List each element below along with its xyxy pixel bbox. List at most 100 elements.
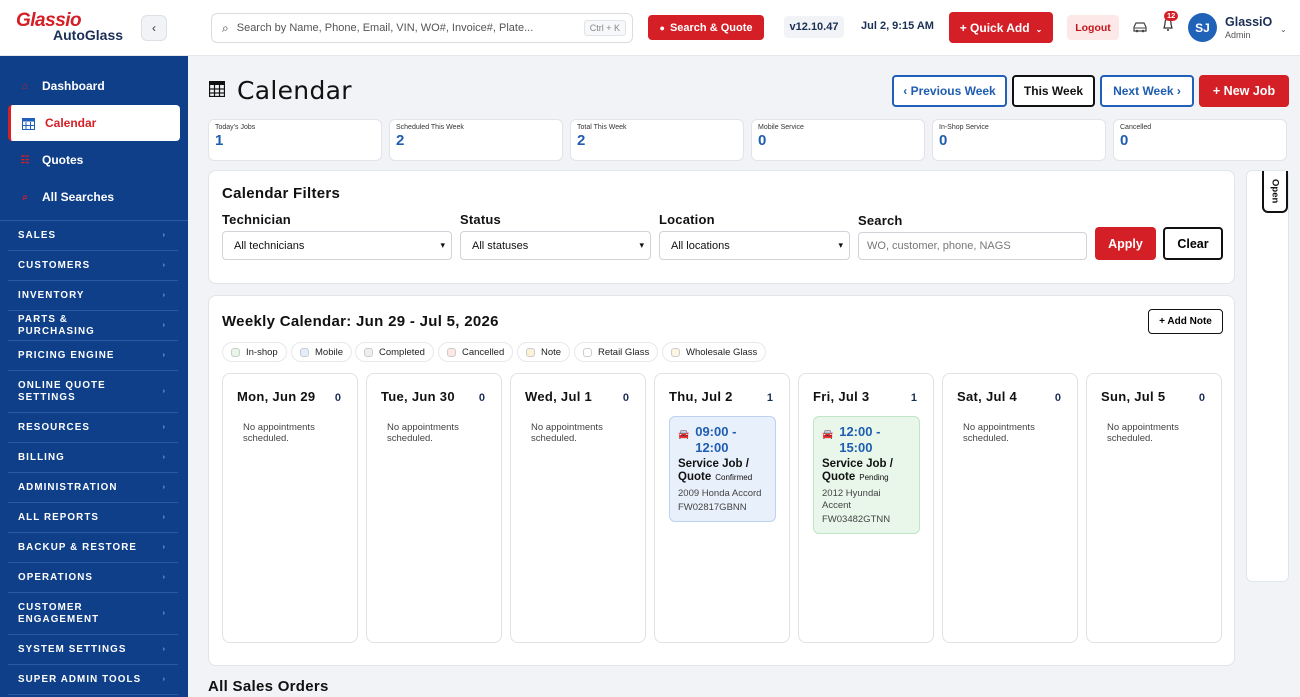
filter-search-input[interactable]: WO, customer, phone, NAGS [858, 232, 1087, 260]
legend-label: Cancelled [462, 346, 505, 358]
day-column[interactable]: Fri, Jul 3 1 🚘 12:00 - 15:00 Service Job / Q… [798, 373, 934, 643]
appointment-wo: FW02817GBNN [678, 502, 747, 513]
legend-item[interactable]: Retail Glass [574, 342, 659, 362]
calendar-grid-icon [209, 81, 225, 97]
day-column[interactable]: Sun, Jul 5 0 No appointments scheduled. [1086, 373, 1222, 643]
weekly-title: Weekly Calendar: Jun 29 - Jul 5, 2026 [222, 313, 499, 330]
open-tab-label: Open [1269, 178, 1281, 204]
search-quote-button[interactable]: ● Search & Quote [648, 15, 764, 40]
sidebar-item-calendar[interactable]: Calendar [8, 105, 180, 141]
car-icon: 🚘 [822, 429, 834, 439]
sidebar-section-operations[interactable]: OPERATIONS › [8, 563, 178, 593]
legend-swatch [671, 347, 680, 357]
legend-label: Note [541, 346, 562, 358]
sidebar-section-customers[interactable]: CUSTOMERS › [8, 251, 178, 281]
legend-item[interactable]: In-shop [222, 342, 287, 362]
day-count: 0 [478, 392, 485, 404]
brand-subtitle: AutoGlass [53, 27, 124, 43]
day-column[interactable]: Thu, Jul 2 1 🚘 09:00 - 12:00 Service Job / Q… [654, 373, 790, 643]
sidebar-item-all-searches[interactable]: ⌕ All Searches [8, 179, 180, 215]
day-count: 0 [622, 392, 629, 404]
sidebar-item-dashboard[interactable]: ⌂ Dashboard [8, 68, 180, 104]
appointment-card[interactable]: 🚘 09:00 - 12:00 Service Job / Quote Confirm… [669, 416, 776, 522]
status-select[interactable]: All statuses ▾ [460, 231, 651, 260]
appointment-status: Pending [859, 473, 889, 482]
sidebar-section-resources[interactable]: RESOURCES › [8, 413, 178, 443]
sidebar-section-inventory[interactable]: INVENTORY › [8, 281, 178, 311]
day-column[interactable]: Tue, Jun 30 0 No appointments scheduled. [366, 373, 502, 643]
quick-add-button[interactable]: + Quick Add ⌄ [949, 12, 1053, 43]
legend-item[interactable]: Mobile [291, 342, 352, 362]
chevron-right-icon: › [162, 232, 166, 239]
sidebar-section-online-quote-settings[interactable]: ONLINE QUOTE SETTINGS › [8, 371, 178, 413]
page-title: Calendar [237, 76, 352, 105]
legend-label: In-shop [246, 346, 278, 358]
stat-label: Mobile Service [758, 124, 804, 131]
stat-value: 2 [396, 132, 405, 149]
day-column[interactable]: Wed, Jul 1 0 No appointments scheduled. [510, 373, 646, 643]
avatar[interactable]: SJ [1188, 13, 1217, 42]
day-name: Mon, Jun 29 [237, 389, 316, 404]
chevron-right-icon: › [162, 610, 166, 617]
collapse-sidebar-button[interactable]: ‹ [141, 15, 167, 41]
technician-select[interactable]: All technicians ▾ [222, 231, 452, 260]
legend-item[interactable]: Completed [355, 342, 434, 362]
sidebar-section-billing[interactable]: BILLING › [8, 443, 178, 473]
sidebar-section-super-admin-tools[interactable]: SUPER ADMIN TOOLS › [8, 665, 178, 695]
stat-value: 1 [215, 132, 224, 149]
sidebar-item-label: Calendar [45, 116, 97, 130]
chevron-right-icon: › [162, 352, 166, 359]
day-count: 1 [766, 392, 773, 404]
user-name[interactable]: GlassiO [1225, 15, 1272, 29]
logout-button[interactable]: Logout [1067, 15, 1119, 40]
apply-button[interactable]: Apply [1095, 227, 1156, 260]
calendar-icon [21, 116, 35, 130]
day-column[interactable]: Sat, Jul 4 0 No appointments scheduled. [942, 373, 1078, 643]
day-column[interactable]: Mon, Jun 29 0 No appointments scheduled. [222, 373, 358, 643]
day-count: 0 [334, 392, 341, 404]
sidebar-section-backup-restore[interactable]: BACKUP & RESTORE › [8, 533, 178, 563]
sidebar-section-system-settings[interactable]: SYSTEM SETTINGS › [8, 635, 178, 665]
chevron-down-icon[interactable]: ⌄ [1280, 25, 1287, 34]
current-datetime: Jul 2, 9:15 AM [861, 20, 934, 32]
sidebar-section-label: ALL REPORTS [18, 511, 100, 523]
appointment-card[interactable]: 🚘 12:00 - 15:00 Service Job / Quote Pending… [813, 416, 920, 534]
sidebar-section-customer-engagement[interactable]: CUSTOMER ENGAGEMENT › [8, 593, 178, 635]
chevron-left-icon: ‹ [152, 21, 156, 35]
chevron-right-icon: › [162, 544, 166, 551]
sidebar-item-quotes[interactable]: ☷ Quotes [8, 142, 180, 178]
legend-swatch [300, 347, 309, 357]
location-select[interactable]: All locations ▾ [659, 231, 850, 260]
day-name: Thu, Jul 2 [669, 389, 733, 404]
new-job-button[interactable]: + New Job [1199, 75, 1289, 107]
sidebar-section-administration[interactable]: ADMINISTRATION › [8, 473, 178, 503]
legend-item[interactable]: Wholesale Glass [662, 342, 767, 362]
search-placeholder: Search by Name, Phone, Email, VIN, WO#, … [236, 22, 534, 34]
global-search-input[interactable]: ⌕ Search by Name, Phone, Email, VIN, WO#… [211, 13, 633, 43]
car-icon[interactable] [1132, 21, 1148, 33]
weekly-calendar-card: Weekly Calendar: Jun 29 - Jul 5, 2026 + … [208, 295, 1235, 666]
this-week-button[interactable]: This Week [1012, 75, 1095, 107]
sidebar-section-sales[interactable]: SALES › [8, 221, 178, 251]
clear-button[interactable]: Clear [1163, 227, 1223, 260]
add-note-button[interactable]: + Add Note [1148, 309, 1223, 334]
sidebar-section-label: CUSTOMER ENGAGEMENT [18, 601, 100, 625]
legend-item[interactable]: Note [517, 342, 571, 362]
stat-card: Total This Week 2 [570, 119, 744, 161]
sidebar-item-label: All Searches [42, 190, 115, 204]
open-panel-tab[interactable]: Open [1262, 171, 1288, 213]
sidebar-section-parts-purchasing[interactable]: PARTS & PURCHASING › [8, 311, 178, 341]
appointment-vehicle: 2012 Hyundai Accent [822, 488, 881, 511]
sidebar-section-pricing-engine[interactable]: PRICING ENGINE › [8, 341, 178, 371]
empty-day-text: No appointments scheduled. [531, 422, 603, 444]
legend-item[interactable]: Cancelled [438, 342, 514, 362]
next-week-button[interactable]: Next Week › [1100, 75, 1194, 107]
sidebar-section-label: BILLING [18, 451, 65, 463]
sidebar-section-label: RESOURCES [18, 421, 90, 433]
day-name: Sun, Jul 5 [1101, 389, 1166, 404]
previous-week-button[interactable]: ‹ Previous Week [892, 75, 1007, 107]
sidebar-section-all-reports[interactable]: ALL REPORTS › [8, 503, 178, 533]
sidebar-section-label: OPERATIONS [18, 571, 94, 583]
chevron-right-icon: › [162, 676, 166, 683]
chevron-right-icon: › [162, 322, 166, 329]
